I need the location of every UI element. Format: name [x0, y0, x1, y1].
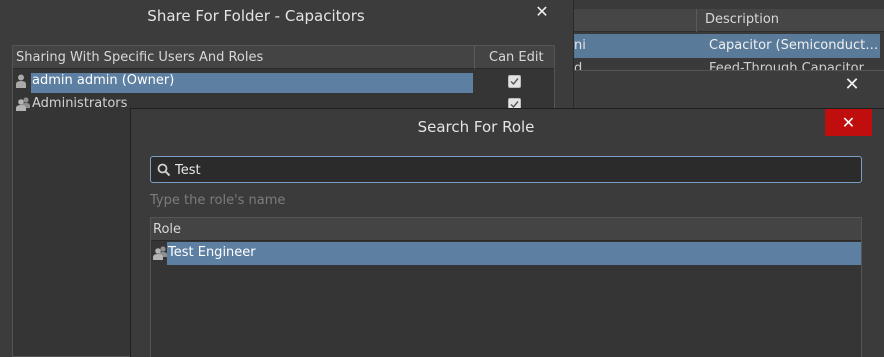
table-header: Sharing With Specific Users And Roles Ca… — [13, 46, 554, 69]
column-divider[interactable] — [474, 46, 475, 69]
description-cell: Feed-Through Capacitor — [709, 61, 864, 70]
name-cell: d — [574, 61, 583, 70]
close-button[interactable]: ✕ — [530, 0, 554, 24]
dialog-title-bar[interactable]: Search For Role ✕ — [131, 109, 884, 144]
name-cell: ni — [574, 38, 586, 53]
user-icon — [16, 74, 30, 88]
column-divider[interactable] — [696, 9, 697, 32]
close-button[interactable]: ✕ — [825, 109, 872, 136]
description-cell: Capacitor (Semiconduct… — [709, 38, 879, 53]
list-header: Role — [151, 218, 861, 241]
column-header-role[interactable]: Role — [153, 222, 181, 237]
column-header-users[interactable]: Sharing With Specific Users And Roles — [16, 50, 263, 65]
group-icon — [16, 97, 30, 111]
search-field[interactable] — [150, 156, 862, 183]
list-item[interactable]: Test Engineer — [151, 242, 861, 265]
search-input[interactable] — [175, 160, 855, 180]
dialog-title: Share For Folder - Capacitors — [147, 7, 365, 25]
table-row[interactable]: admin admin (Owner) — [13, 70, 554, 93]
can-edit-checkbox[interactable] — [508, 75, 521, 88]
close-button[interactable]: ✕ — [840, 73, 864, 97]
search-icon — [157, 163, 171, 181]
column-header-description[interactable]: Description — [705, 12, 779, 27]
role-results-list[interactable]: Role Test Engineer — [150, 217, 862, 357]
search-hint: Type the role's name — [150, 193, 286, 208]
row-label: Administrators — [32, 96, 128, 111]
role-label: Test Engineer — [167, 242, 861, 265]
table-header: Description — [560, 9, 884, 32]
table-row[interactable]: ni Capacitor (Semiconduct… — [560, 34, 880, 58]
search-role-dialog: Search For Role ✕ Type the role's name R… — [130, 108, 884, 357]
group-icon — [153, 246, 168, 264]
row-label: admin admin (Owner) — [31, 73, 473, 93]
column-header-can-edit[interactable]: Can Edit — [489, 50, 544, 65]
table-row[interactable]: d Feed-Through Capacitor — [560, 58, 880, 70]
dialog-title: Search For Role — [417, 118, 535, 136]
